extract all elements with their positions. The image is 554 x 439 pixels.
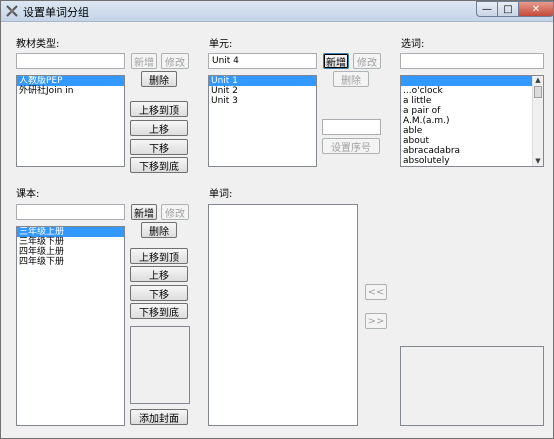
textbook-type-move-down-button[interactable]: 下移 xyxy=(130,139,188,155)
unit-order-input[interactable] xyxy=(322,119,381,135)
list-item[interactable]: ...o'clock xyxy=(401,86,543,96)
textbook-type-add-button[interactable]: 新增 xyxy=(131,53,157,69)
unit-list[interactable]: Unit 1 Unit 2 Unit 3 xyxy=(208,75,317,167)
list-item[interactable]: Unit 3 xyxy=(209,96,316,106)
list-item[interactable]: able xyxy=(401,126,543,136)
textbook-add-button[interactable]: 新增 xyxy=(131,204,157,220)
remove-word-button[interactable]: >> xyxy=(365,313,387,329)
list-item[interactable]: 四年级上册 xyxy=(17,247,124,257)
textbook-type-move-up-button[interactable]: 上移 xyxy=(130,120,188,136)
maximize-button[interactable]: □ xyxy=(497,1,519,17)
window-title: 设置单词分组 xyxy=(23,6,89,19)
add-cover-button[interactable]: 添加封面 xyxy=(130,409,188,425)
list-item[interactable]: 外研社Join in xyxy=(17,86,124,96)
textbook-type-label: 教材类型: xyxy=(16,39,60,50)
textbook-move-down-button[interactable]: 下移 xyxy=(130,285,188,301)
app-icon xyxy=(6,5,18,17)
textbook-type-input[interactable] xyxy=(16,53,125,69)
title-bar[interactable]: 设置单词分组 — □ ✕ xyxy=(1,1,554,22)
textbook-move-bottom-button[interactable]: 下移到底 xyxy=(130,303,188,319)
textbook-delete-button[interactable]: 删除 xyxy=(141,222,177,238)
textbook-type-list[interactable]: 人教版PEP 外研社Join in xyxy=(16,75,125,167)
list-item[interactable]: 四年级下册 xyxy=(17,257,124,267)
list-item[interactable]: about xyxy=(401,136,543,146)
word-preview-box xyxy=(400,346,544,426)
unit-set-order-button[interactable]: 设置序号 xyxy=(322,138,380,154)
unit-delete-button[interactable]: 删除 xyxy=(333,71,369,87)
textbook-type-delete-button[interactable]: 删除 xyxy=(141,71,177,87)
list-item[interactable]: 三年级上册 xyxy=(17,227,124,237)
select-word-label: 选词: xyxy=(401,39,425,50)
cover-image-box xyxy=(130,326,190,404)
textbook-move-top-button[interactable]: 上移到顶 xyxy=(130,248,188,264)
scroll-thumb[interactable] xyxy=(534,86,542,98)
words-label: 单词: xyxy=(209,189,233,200)
list-item[interactable]: a little xyxy=(401,96,543,106)
add-word-button[interactable]: << xyxy=(365,284,387,300)
select-word-list[interactable]: ...o'clock a little a pair of A.M.(a.m.)… xyxy=(400,75,544,167)
list-item[interactable]: abracadabra xyxy=(401,146,543,156)
select-word-scrollbar[interactable]: ▲ ▼ xyxy=(532,76,543,166)
unit-label: 单元: xyxy=(209,39,233,50)
list-item[interactable]: Unit 2 xyxy=(209,86,316,96)
textbook-type-move-top-button[interactable]: 上移到顶 xyxy=(130,101,188,117)
list-item[interactable]: 人教版PEP xyxy=(17,76,124,86)
textbook-list[interactable]: 三年级上册 三年级下册 四年级上册 四年级下册 xyxy=(16,226,125,426)
dialog-window: 设置单词分组 — □ ✕ 教材类型: 新增 修改 人教版PEP 外研社Join … xyxy=(0,0,554,439)
textbook-edit-button[interactable]: 修改 xyxy=(161,204,189,220)
scroll-down-icon[interactable]: ▼ xyxy=(533,157,543,166)
textbook-label: 课本: xyxy=(16,189,40,200)
unit-input[interactable]: Unit 4 xyxy=(208,53,317,69)
list-item[interactable] xyxy=(401,76,533,86)
textbook-input[interactable] xyxy=(16,204,125,220)
list-item[interactable]: Unit 1 xyxy=(209,76,316,86)
textbook-move-up-button[interactable]: 上移 xyxy=(130,266,188,282)
minimize-button[interactable]: — xyxy=(476,1,498,17)
list-item[interactable]: absolutely xyxy=(401,156,543,166)
list-item[interactable]: 三年级下册 xyxy=(17,237,124,247)
list-item[interactable]: a pair of xyxy=(401,106,543,116)
scroll-up-icon[interactable]: ▲ xyxy=(533,76,543,85)
words-list[interactable] xyxy=(208,204,358,426)
textbook-type-edit-button[interactable]: 修改 xyxy=(161,53,189,69)
select-word-input[interactable] xyxy=(400,53,544,69)
unit-add-button[interactable]: 新增 xyxy=(323,53,349,69)
list-item[interactable]: A.M.(a.m.) xyxy=(401,116,543,126)
unit-edit-button[interactable]: 修改 xyxy=(353,53,381,69)
close-button[interactable]: ✕ xyxy=(518,1,554,17)
textbook-type-move-bottom-button[interactable]: 下移到底 xyxy=(130,157,188,173)
